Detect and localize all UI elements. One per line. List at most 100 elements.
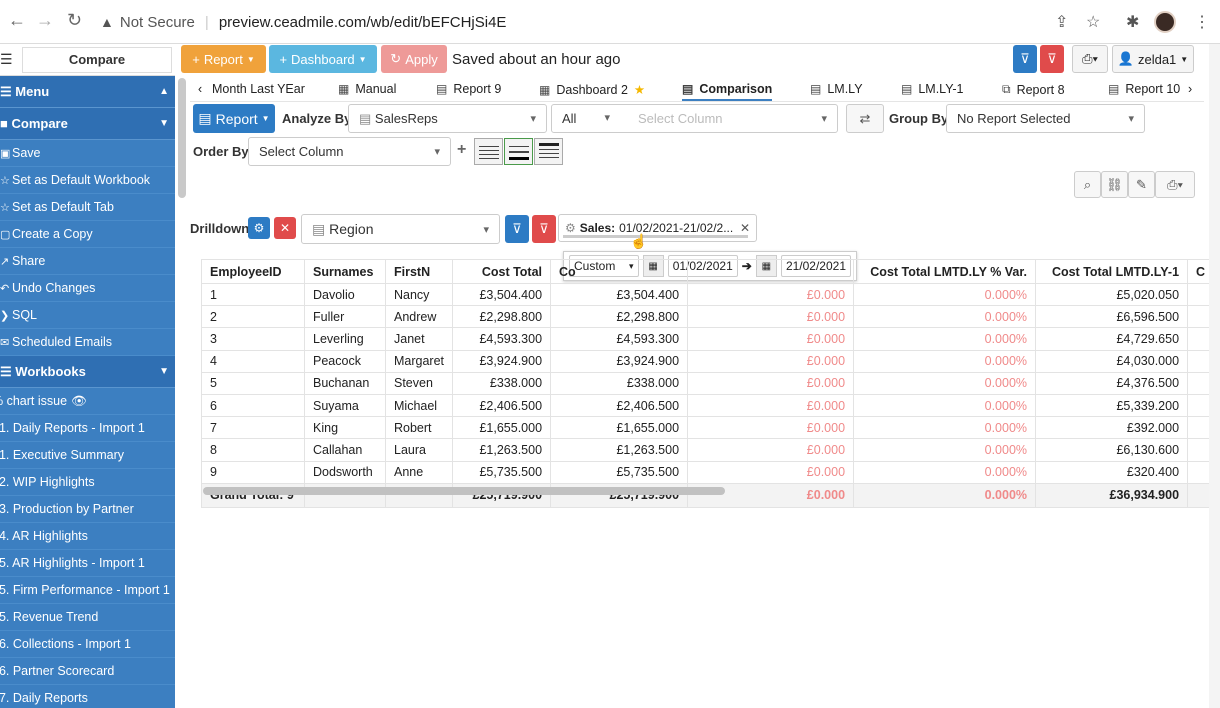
sidebar-item[interactable]: ↗ Share — [0, 248, 175, 275]
workbook-item[interactable]: 07. Daily Reports — [0, 685, 175, 708]
edit-button[interactable]: ✎ — [1128, 171, 1155, 198]
workbook-item[interactable]: 05. Firm Performance - Import 1 — [0, 577, 175, 604]
column-header[interactable] — [687, 259, 855, 284]
print-menu-button[interactable]: ⎙▾ — [1155, 171, 1195, 198]
table-row[interactable]: 6 Suyama Michael £2,406.500 £2,406.500 £0.000… — [201, 393, 1215, 418]
reload-icon[interactable]: ↻ — [67, 10, 82, 31]
table-row[interactable]: 8 Callahan Laura £1,263.500 £1,263.500 £0.000… — [201, 438, 1215, 462]
table-row[interactable]: 9 Dodsworth Anne £5,735.500 £5,735.500 £0.000… — [201, 460, 1215, 484]
star-icon[interactable]: ☆ — [1086, 12, 1100, 32]
sidebar-scrollbar[interactable] — [178, 78, 186, 198]
tabs-next-icon[interactable]: › — [1188, 82, 1192, 96]
column-header[interactable]: Cost Total LMTD.LY-1 — [1035, 259, 1189, 284]
avatar[interactable] — [1154, 11, 1176, 33]
column-filter-select[interactable]: All ▾ Select Column ▾ — [551, 104, 838, 133]
share-icon[interactable]: ⇪ — [1055, 12, 1068, 32]
view-mode-lines[interactable] — [474, 138, 503, 165]
drilldown-add-filter-button[interactable]: ⊽ — [505, 215, 529, 243]
workbook-item[interactable]: 01. Daily Reports - Import 1 — [0, 415, 175, 442]
column-header[interactable]: FirstN — [384, 259, 454, 284]
table-row[interactable]: 7 King Robert £1,655.000 £1,655.000 £0.000 0.0… — [201, 416, 1215, 440]
chevron-down-icon: ▾ — [530, 113, 536, 125]
column-header[interactable]: Cost Total — [452, 259, 552, 284]
apply-button[interactable]: ↻ Apply — [381, 45, 447, 73]
tab-lm-ly-1[interactable]: ▤ LM.LY-1 — [901, 82, 964, 96]
table-row[interactable]: 4 Peacock Margaret £3,924.900 £3,924.900 £0.0… — [201, 349, 1215, 373]
compare-header[interactable]: ■ Compare ▼ — [0, 108, 175, 140]
tab-comparison[interactable]: ▤ Comparison — [682, 82, 773, 101]
view-mode-dark[interactable] — [534, 138, 563, 165]
remove-filter-button[interactable]: ⊽ — [1040, 45, 1064, 73]
back-icon[interactable]: ← — [8, 10, 26, 31]
workbook-item[interactable]: 02. WIP Highlights — [0, 469, 175, 496]
tab-month-last-year[interactable]: Month Last YEar — [212, 82, 305, 96]
menu-header[interactable]: ☰ Menu ▲ — [0, 76, 175, 108]
workbook-item[interactable]: 05. AR Highlights - Import 1 — [0, 550, 175, 577]
tab-manual[interactable]: ▦ Manual — [338, 82, 396, 96]
print-button[interactable]: ⎙▾ — [1072, 45, 1108, 73]
report-button[interactable]: + Report ▼ — [181, 45, 266, 73]
table-cell: £392.000 — [1035, 416, 1189, 440]
sales-filter-chip[interactable]: ⚙ Sales: 01/02/2021-21/02/2... ✕ — [558, 214, 757, 242]
workbook-item[interactable]: 05. Revenue Trend — [0, 604, 175, 631]
tab-report-10[interactable]: ▤ Report 10 — [1108, 82, 1180, 96]
view-mode-bold[interactable] — [504, 138, 533, 165]
user-menu-button[interactable]: 👤 zelda1 ▼ — [1112, 45, 1194, 73]
table-row[interactable]: 5 Buchanan Steven £338.000 £338.000 £0.000 0.0… — [201, 371, 1215, 395]
column-header[interactable]: Co — [550, 259, 689, 284]
tab-report-9[interactable]: ▤ Report 9 — [436, 82, 501, 96]
report-type-button[interactable]: ▤ Report ▼ — [193, 104, 275, 133]
column-header[interactable]: EmployeeID — [201, 259, 305, 284]
search-button[interactable]: ⌕ — [1074, 171, 1101, 198]
link-button[interactable]: ⛓ — [1101, 171, 1128, 198]
table-horizontal-scrollbar[interactable] — [203, 487, 725, 495]
group-by-select[interactable]: No Report Selected ▾ — [946, 104, 1145, 133]
column-header[interactable]: Cost Total LMTD.LY % Var. — [853, 259, 1037, 284]
table-cell: £0.000 — [687, 305, 855, 329]
swap-button[interactable]: ⇄ — [846, 104, 884, 133]
forward-icon[interactable]: → — [36, 10, 54, 31]
extensions-icon[interactable]: ✱ — [1126, 12, 1139, 32]
add-filter-button[interactable]: ⊽ — [1013, 45, 1037, 73]
workbook-item[interactable]: 06. Collections - Import 1 — [0, 631, 175, 658]
workbook-item[interactable]: 06. Partner Scorecard — [0, 658, 175, 685]
add-order-icon[interactable]: + — [457, 141, 466, 159]
table-cell: 3 — [201, 327, 305, 351]
table-row[interactable]: 3 Leverling Janet £4,593.300 £4,593.300 £0.00… — [201, 327, 1215, 351]
page-vertical-scrollbar[interactable] — [1209, 44, 1220, 708]
table-cell: Fuller — [304, 305, 386, 329]
order-by-select[interactable]: Select Column ▾ — [248, 137, 451, 166]
sidebar-item[interactable]: ↶ Undo Changes — [0, 275, 175, 302]
tab-lm-ly[interactable]: ▤ LM.LY — [810, 82, 863, 96]
table-row[interactable]: 1 Davolio Nancy £3,504.400 £3,504.400 £0.000 0… — [201, 282, 1215, 307]
table-row[interactable]: 2 Fuller Andrew £2,298.800 £2,298.800 £0.000 0… — [201, 305, 1215, 329]
workbooks-header[interactable]: ☰ Workbooks ▼ — [0, 356, 175, 388]
region-select[interactable]: ▤ Region ▾ — [301, 214, 500, 244]
table-cell: £0.000 — [687, 327, 855, 351]
column-header[interactable]: Surnames — [304, 259, 386, 284]
workbook-item[interactable]: 04. AR Highlights — [0, 523, 175, 550]
tab-report-8[interactable]: ⧉ Report 8 — [1002, 82, 1065, 97]
drilldown-settings-button[interactable]: ⚙ — [248, 217, 270, 239]
sidebar-item[interactable]: ▢ Create a Copy — [0, 221, 175, 248]
address-bar[interactable]: ▲ Not Secure | preview.ceadmile.com/wb/e… — [100, 7, 506, 37]
sidebar-item[interactable]: ☆ Set as Default Tab — [0, 194, 175, 221]
hamburger-icon[interactable]: ☰ — [0, 51, 14, 68]
dashboard-button[interactable]: + Dashboard ▼ — [269, 45, 377, 73]
workbook-item[interactable]: % chart issue👁 — [0, 388, 175, 415]
kebab-menu-icon[interactable]: ⋮ — [1194, 12, 1210, 32]
sidebar-item[interactable]: ▣ Save — [0, 140, 175, 167]
workbook-item[interactable]: 03. Production by Partner — [0, 496, 175, 523]
workbook-item[interactable]: 01. Executive Summary — [0, 442, 175, 469]
tabs-prev-icon[interactable]: ‹ — [198, 82, 202, 96]
analyze-by-select[interactable]: ▤ SalesReps ▾ — [348, 104, 547, 133]
sidebar-item[interactable]: ☆ Set as Default Workbook — [0, 167, 175, 194]
sidebar-item[interactable]: ❯ SQL — [0, 302, 175, 329]
sidebar-item[interactable]: ✉ Scheduled Emails — [0, 329, 175, 356]
security-label: Not Secure — [119, 13, 195, 31]
close-icon[interactable]: ✕ — [740, 221, 750, 235]
drilldown-remove-filter-button[interactable]: ⊽ — [532, 215, 556, 243]
drilldown-remove-button[interactable]: ✕ — [274, 217, 296, 239]
item-icon: ↶ — [0, 282, 10, 295]
tab-dashboard-2[interactable]: ▦ Dashboard 2 ★ — [539, 82, 645, 98]
